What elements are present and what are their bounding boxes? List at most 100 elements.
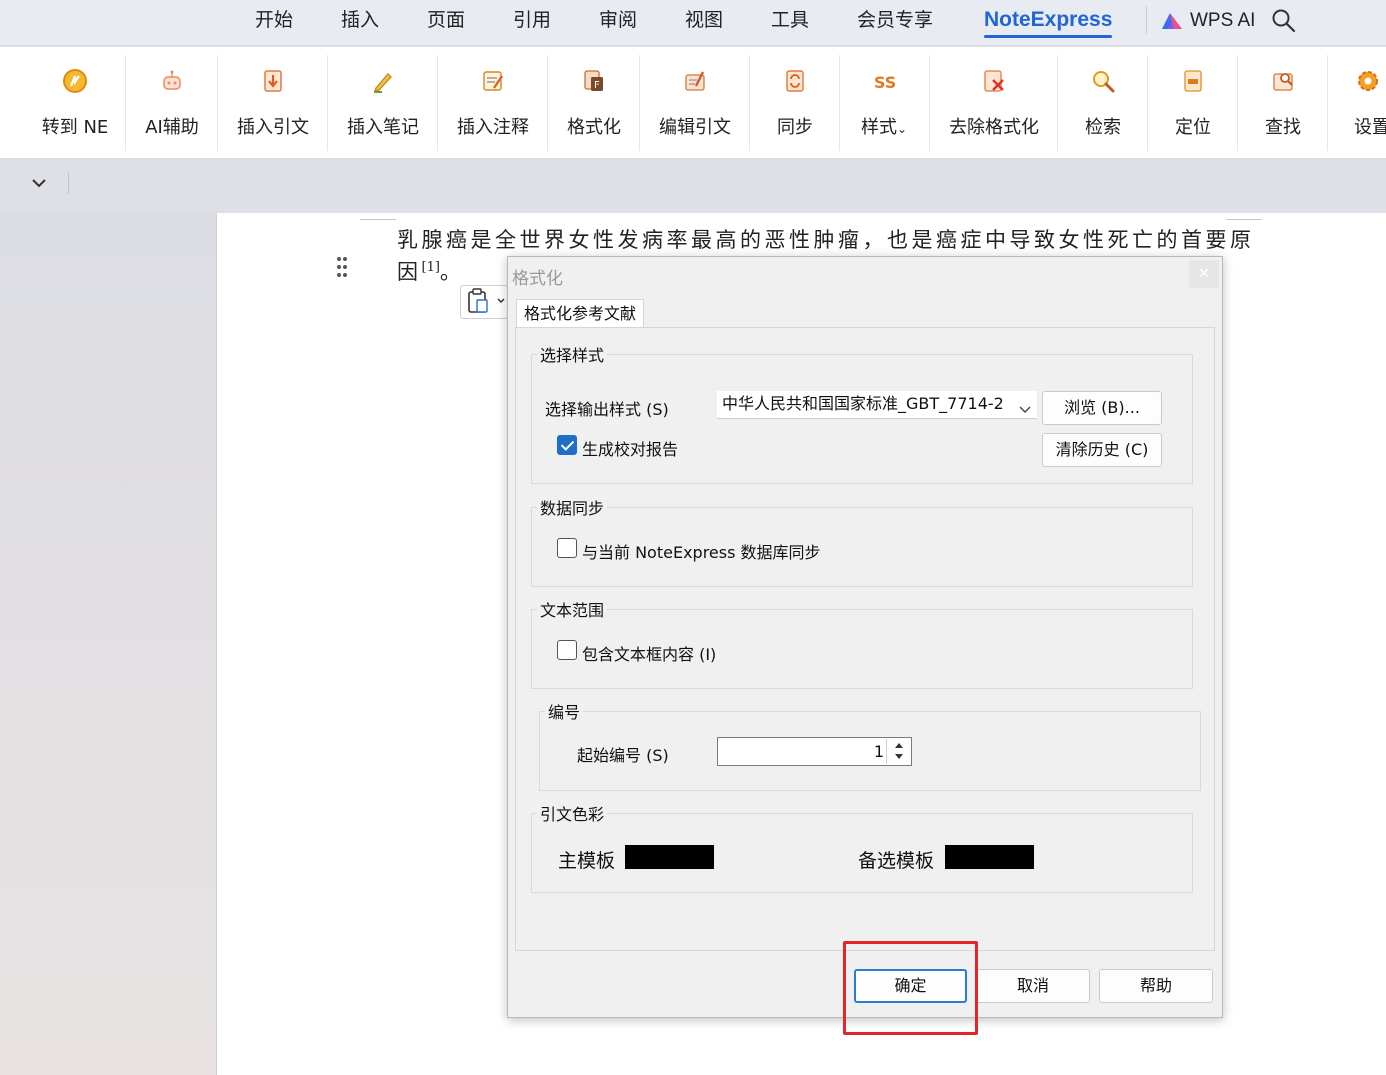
start-number-label: 起始编号 (S) bbox=[577, 746, 669, 765]
ribbon-insert-annotation-button[interactable]: 插入注释 bbox=[456, 55, 530, 151]
search-icon[interactable] bbox=[1271, 8, 1297, 34]
sync-database-checkbox[interactable] bbox=[557, 538, 577, 558]
menu-item-member[interactable]: 会员专享 bbox=[857, 8, 933, 38]
document-text-line[interactable]: 乳腺癌是全世界女性发病率最高的恶性肿瘤，也是癌症中导致女性死亡的首要原 bbox=[397, 224, 1255, 254]
ribbon-label: 转到 NE bbox=[41, 117, 109, 138]
citation-marker[interactable]: [1] bbox=[422, 260, 440, 275]
noteexpress-logo-icon bbox=[61, 67, 89, 95]
ribbon-label: AI辅助 bbox=[145, 117, 199, 138]
selected-style-value: 中华人民共和国国家标准_GBT_7714-2 bbox=[722, 394, 1004, 413]
ribbon-label: 插入笔记 bbox=[347, 117, 419, 138]
ribbon-label: 编辑引文 bbox=[659, 117, 731, 138]
ribbon-label: 定位 bbox=[1175, 117, 1211, 138]
help-button[interactable]: 帮助 bbox=[1099, 969, 1213, 1003]
group-legend: 数据同步 bbox=[540, 499, 605, 518]
browse-button[interactable]: 浏览 (B)... bbox=[1042, 391, 1162, 425]
ribbon-format-button[interactable]: F 格式化 bbox=[566, 55, 622, 151]
ribbon-goto-ne-button[interactable]: 转到 NE bbox=[40, 55, 110, 151]
group-legend: 选择样式 bbox=[540, 346, 605, 365]
chevron-down-icon[interactable] bbox=[30, 176, 48, 190]
menu-item-noteexpress[interactable]: NoteExpress bbox=[984, 8, 1113, 38]
ribbon-find-button[interactable]: 查找 bbox=[1263, 55, 1303, 151]
magnifier-icon bbox=[1089, 67, 1117, 95]
proofread-report-checkbox[interactable] bbox=[557, 435, 577, 455]
chevron-down-icon[interactable] bbox=[887, 751, 910, 763]
remove-format-icon bbox=[980, 67, 1008, 95]
output-style-label: 选择输出样式 (S) bbox=[545, 400, 669, 419]
document-text: 因 bbox=[397, 260, 422, 284]
menu-item-tools[interactable]: 工具 bbox=[771, 8, 809, 38]
group-legend: 文本范围 bbox=[540, 601, 605, 620]
tab-format-references[interactable]: 格式化参考文献 bbox=[516, 299, 645, 329]
wps-ai-button[interactable]: WPS AI bbox=[1160, 8, 1255, 34]
ribbon-insert-citation-button[interactable]: 插入引文 bbox=[236, 55, 310, 151]
include-textbox-label: 包含文本框内容 (I) bbox=[582, 645, 717, 664]
alt-template-color-swatch[interactable] bbox=[945, 845, 1034, 869]
clear-history-button[interactable]: 清除历史 (C) bbox=[1042, 433, 1162, 467]
annotation-icon bbox=[479, 67, 507, 95]
noteexpress-ribbon: 转到 NE AI辅助 插入引文 插入笔记 插入注释 F 格式化 编辑引文 同步 … bbox=[0, 47, 1386, 159]
paste-options-button[interactable] bbox=[460, 285, 508, 319]
chevron-up-icon[interactable] bbox=[887, 739, 910, 751]
menu-bar: 开始 插入 页面 引用 审阅 视图 工具 会员专享 NoteExpress WP… bbox=[0, 0, 1386, 46]
group-legend: 编号 bbox=[548, 703, 581, 722]
menu-item-start[interactable]: 开始 bbox=[255, 8, 293, 38]
ribbon-label: 去除格式化 bbox=[949, 117, 1039, 138]
crop-mark bbox=[1226, 219, 1262, 220]
ribbon-locate-button[interactable]: 定位 bbox=[1173, 55, 1213, 151]
group-legend: 引文色彩 bbox=[540, 805, 605, 824]
ribbon-remove-format-button[interactable]: 去除格式化 bbox=[948, 55, 1040, 151]
menu-item-review[interactable]: 审阅 bbox=[599, 8, 637, 38]
ribbon-divider bbox=[839, 55, 840, 151]
ribbon-divider bbox=[1147, 55, 1148, 151]
ribbon-label: 格式化 bbox=[567, 117, 621, 138]
crop-mark bbox=[360, 219, 396, 220]
start-number-stepper[interactable] bbox=[886, 739, 910, 764]
ribbon-settings-button[interactable]: 设置 bbox=[1354, 55, 1386, 151]
dialog-title: 格式化 bbox=[512, 269, 563, 289]
sync-icon bbox=[781, 67, 809, 95]
ribbon-divider bbox=[929, 55, 930, 151]
svg-text:SS: SS bbox=[874, 73, 896, 92]
ribbon-style-dropdown[interactable]: SS 样式⌄ bbox=[856, 55, 912, 151]
ribbon-divider bbox=[217, 55, 218, 151]
left-margin-area bbox=[0, 212, 216, 1075]
drag-handle-icon[interactable] bbox=[336, 256, 348, 278]
main-template-color-swatch[interactable] bbox=[625, 845, 714, 869]
locate-icon bbox=[1179, 67, 1207, 95]
ribbon-divider bbox=[547, 55, 548, 151]
alt-template-label: 备选模板 bbox=[858, 850, 935, 872]
include-textbox-checkbox[interactable] bbox=[557, 640, 577, 660]
start-number-input[interactable]: 1 bbox=[717, 737, 912, 766]
ribbon-divider bbox=[1237, 55, 1238, 151]
ribbon-label: 同步 bbox=[777, 117, 813, 138]
ribbon-sync-button[interactable]: 同步 bbox=[775, 55, 815, 151]
cancel-button[interactable]: 取消 bbox=[976, 969, 1090, 1003]
ribbon-insert-note-button[interactable]: 插入笔记 bbox=[346, 55, 420, 151]
ribbon-divider bbox=[749, 55, 750, 151]
ribbon-search-button[interactable]: 检索 bbox=[1083, 55, 1123, 151]
ribbon-ai-assist-button[interactable]: AI辅助 bbox=[141, 55, 203, 151]
proofread-report-label: 生成校对报告 bbox=[582, 440, 679, 459]
main-template-label: 主模板 bbox=[558, 850, 616, 872]
ribbon-label: 样式 bbox=[860, 117, 897, 138]
ribbon-divider bbox=[1057, 55, 1058, 151]
menu-item-view[interactable]: 视图 bbox=[685, 8, 723, 38]
style-icon: SS bbox=[870, 67, 898, 95]
chevron-down-icon bbox=[1019, 397, 1031, 413]
clipboard-icon bbox=[468, 288, 505, 313]
highlight-box bbox=[843, 941, 978, 1035]
menu-item-insert[interactable]: 插入 bbox=[341, 8, 379, 38]
document-text: 。 bbox=[439, 260, 465, 284]
ribbon-divider bbox=[1327, 55, 1328, 151]
menu-item-references[interactable]: 引用 bbox=[513, 8, 551, 38]
format-icon: F bbox=[580, 67, 608, 95]
menu-item-page[interactable]: 页面 bbox=[427, 8, 465, 38]
document-text-line[interactable]: 因[1]。 bbox=[397, 256, 464, 286]
chevron-down-icon: ⌄ bbox=[896, 122, 908, 136]
ribbon-edit-citation-button[interactable]: 编辑引文 bbox=[658, 55, 732, 151]
output-style-select[interactable]: 中华人民共和国国家标准_GBT_7714-2 bbox=[717, 391, 1037, 419]
ribbon-divider bbox=[125, 55, 126, 151]
ribbon-label: 检索 bbox=[1085, 117, 1121, 138]
close-icon[interactable]: ✕ bbox=[1189, 260, 1219, 288]
